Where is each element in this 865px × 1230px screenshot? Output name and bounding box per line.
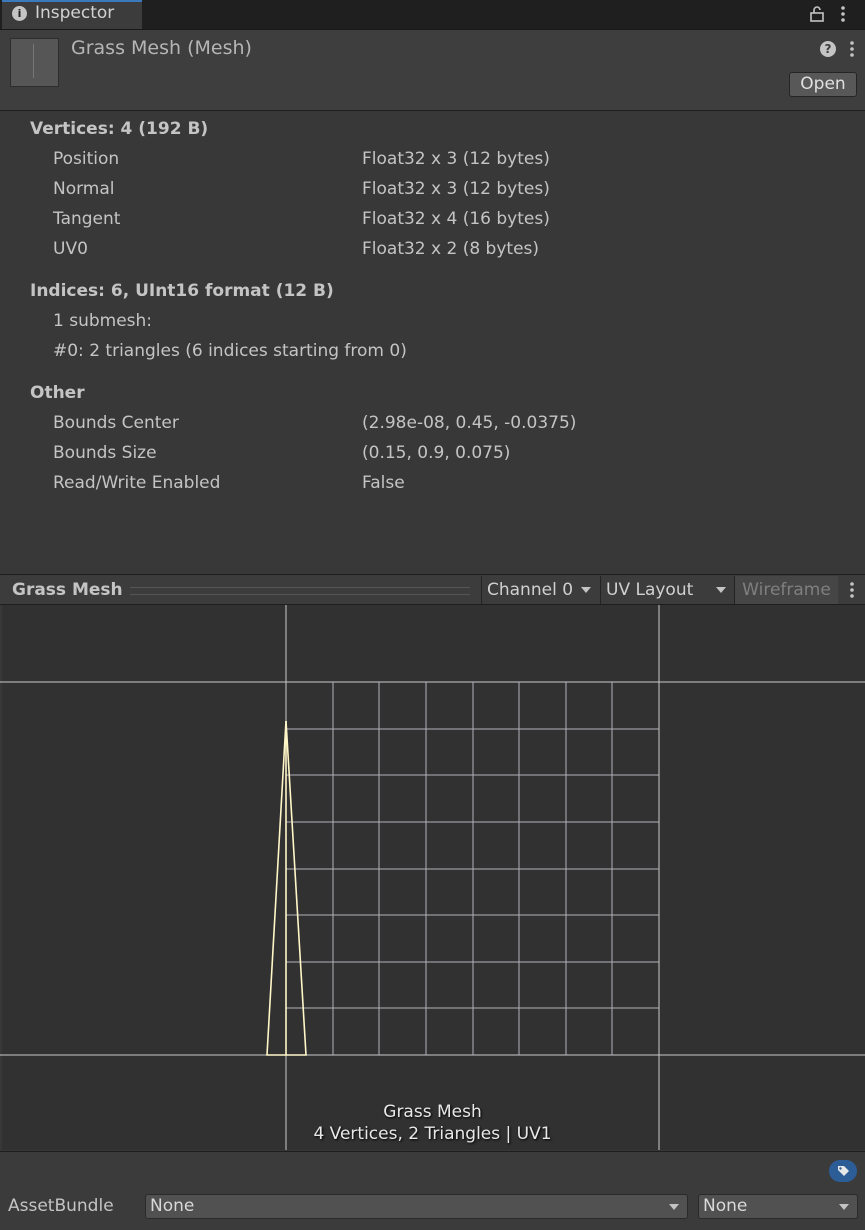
uv-wireframe [266, 720, 307, 1056]
channel-dropdown[interactable]: Channel 0 [481, 576, 599, 604]
assetbundle-variant-value: None [703, 1196, 748, 1216]
lock-icon[interactable] [808, 5, 826, 23]
kebab-menu-icon[interactable] [845, 40, 859, 58]
vertices-title: Vertices: 4 (192 B) [30, 119, 209, 139]
assetbundle-name-dropdown[interactable]: None [145, 1194, 688, 1219]
chevron-down-icon [839, 1204, 849, 1210]
asset-title: Grass Mesh (Mesh) [71, 37, 252, 59]
layout-value: UV Layout [606, 580, 694, 600]
bounds-center-value: (2.98e-08, 0.45, -0.0375) [362, 413, 577, 433]
attr-label: Tangent [53, 209, 121, 229]
preview-title: Grass Mesh [12, 580, 123, 600]
bounds-center-label: Bounds Center [53, 413, 179, 433]
submesh-count: 1 submesh: [53, 311, 153, 331]
attr-value: Float32 x 3 (12 bytes) [362, 179, 550, 199]
info-icon: i [12, 6, 27, 21]
preview-caption-name: Grass Mesh [383, 1102, 482, 1122]
other-title: Other [30, 383, 85, 403]
attr-value: Float32 x 3 (12 bytes) [362, 149, 550, 169]
attr-label: UV0 [53, 239, 88, 259]
mesh-thumbnail [10, 38, 59, 87]
preview-caption-stats: 4 Vertices, 2 Triangles | UV1 [313, 1124, 552, 1144]
uv-grid [0, 605, 865, 1150]
read-write-value: False [362, 473, 405, 493]
bounds-size-label: Bounds Size [53, 443, 157, 463]
channel-value: Channel 0 [487, 580, 574, 600]
chevron-down-icon [716, 587, 726, 593]
tab-label: Inspector [35, 3, 115, 23]
submesh-info: #0: 2 triangles (6 indices starting from… [53, 341, 407, 361]
chevron-down-icon [581, 587, 591, 593]
open-button[interactable]: Open [789, 72, 857, 97]
layout-dropdown[interactable]: UV Layout [600, 576, 734, 604]
attr-label: Position [53, 149, 120, 169]
read-write-label: Read/Write Enabled [53, 473, 221, 493]
chevron-down-icon [669, 1204, 679, 1210]
assetbundle-variant-dropdown[interactable]: None [698, 1194, 858, 1219]
attr-label: Normal [53, 179, 115, 199]
attr-value: Float32 x 2 (8 bytes) [362, 239, 540, 259]
wireframe-toggle[interactable]: Wireframe [734, 576, 838, 604]
thumbnail-blade [33, 44, 34, 78]
bounds-size-value: (0.15, 0.9, 0.075) [362, 443, 511, 463]
assetbundle-label: AssetBundle [8, 1196, 114, 1216]
help-icon[interactable]: ? [820, 41, 836, 57]
uv-layout-graph [0, 605, 865, 1150]
tag-icon[interactable] [829, 1160, 857, 1182]
kebab-menu-icon[interactable] [845, 581, 859, 599]
attr-value: Float32 x 4 (16 bytes) [362, 209, 550, 229]
resize-grip[interactable] [130, 587, 470, 595]
assetbundle-name-value: None [150, 1196, 195, 1216]
kebab-menu-icon[interactable] [836, 5, 850, 23]
indices-title: Indices: 6, UInt16 format (12 B) [30, 281, 334, 301]
